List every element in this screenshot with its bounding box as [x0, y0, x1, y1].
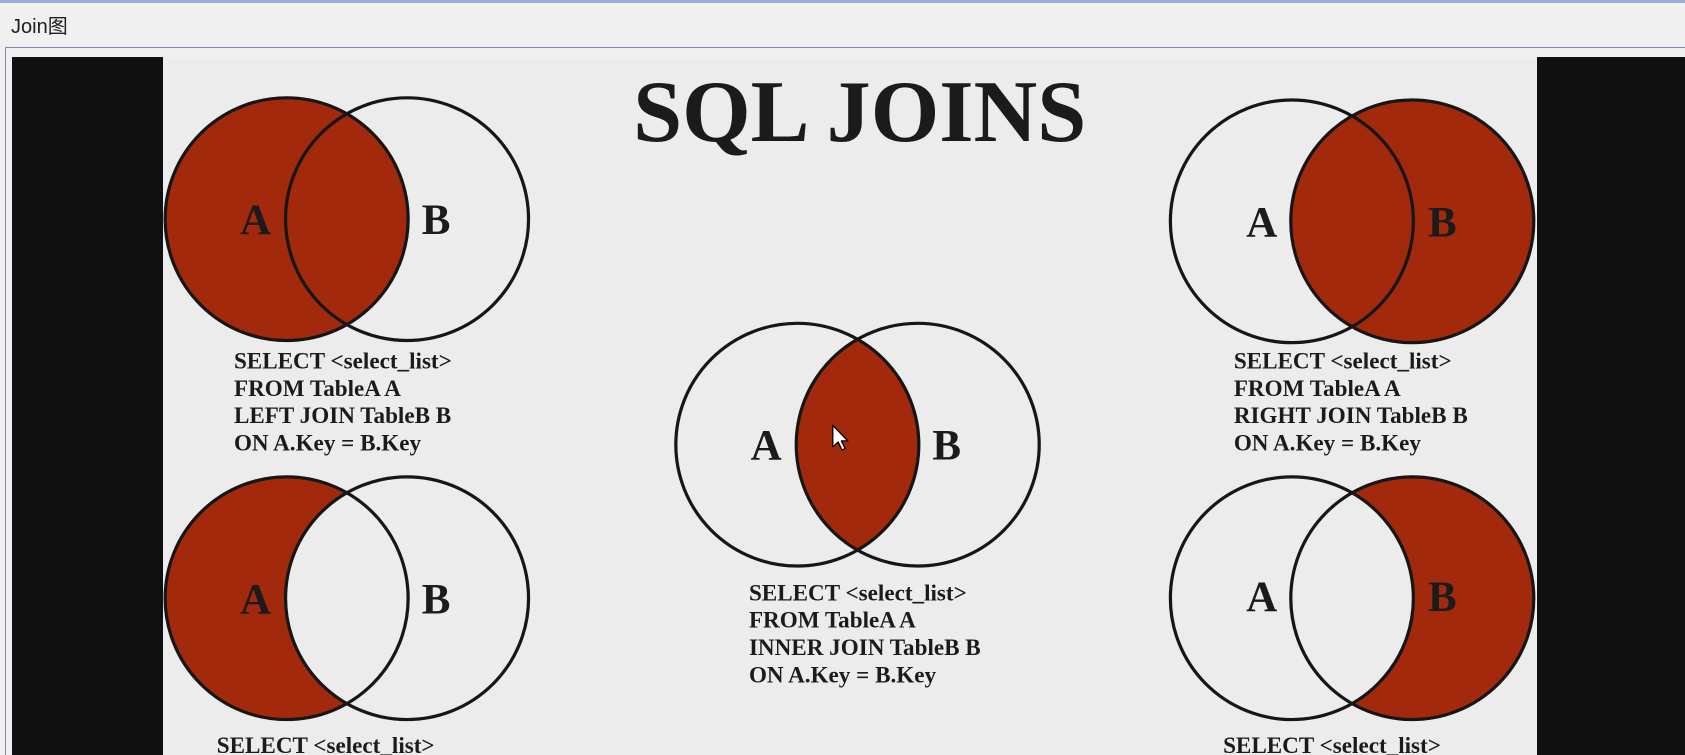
set-b-label: B [1428, 199, 1457, 246]
set-a-label: A [751, 423, 782, 470]
sql-line: FROM TableA A [234, 375, 401, 401]
sql-right-excluding: SELECT <select_list> [1223, 732, 1441, 755]
sql-line: INNER JOIN TableB B [749, 634, 981, 660]
image-viewer[interactable]: SQL JOINS A B SELECT <select_list> FROM … [12, 57, 1685, 755]
sql-line: ON A.Key = B.Key [749, 662, 937, 688]
set-a-label: A [240, 576, 271, 623]
sql-joins-image: SQL JOINS A B SELECT <select_list> FROM … [163, 57, 1537, 755]
sql-line: ON A.Key = B.Key [234, 430, 422, 456]
sql-line: SELECT <select_list> [1234, 347, 1452, 373]
set-b-label: B [932, 423, 961, 470]
set-a-label: A [1246, 574, 1277, 621]
sql-line: SELECT <select_list> [234, 347, 452, 373]
set-b-label: B [1428, 574, 1457, 621]
sql-line: RIGHT JOIN TableB B [1234, 402, 1468, 428]
set-a-label: A [240, 197, 271, 244]
sql-line: FROM TableA A [749, 607, 916, 633]
set-b-label: B [422, 197, 451, 244]
sql-line: SELECT <select_list> [217, 732, 435, 755]
set-b-label: B [422, 576, 451, 623]
window-title-bar[interactable]: Join图 [0, 3, 1685, 47]
set-a-label: A [1246, 199, 1277, 246]
sql-line: LEFT JOIN TableB B [234, 402, 451, 428]
window-title: Join图 [11, 16, 68, 38]
sql-line: SELECT <select_list> [1223, 732, 1441, 755]
sql-left-join: SELECT <select_list> FROM TableA A LEFT … [234, 347, 452, 455]
sql-left-excluding: SELECT <select_list> [217, 732, 435, 755]
sql-line: ON A.Key = B.Key [1234, 430, 1422, 456]
sql-line: SELECT <select_list> [749, 579, 967, 605]
main-title: SQL JOINS [633, 63, 1086, 161]
sql-line: FROM TableA A [1234, 375, 1401, 401]
